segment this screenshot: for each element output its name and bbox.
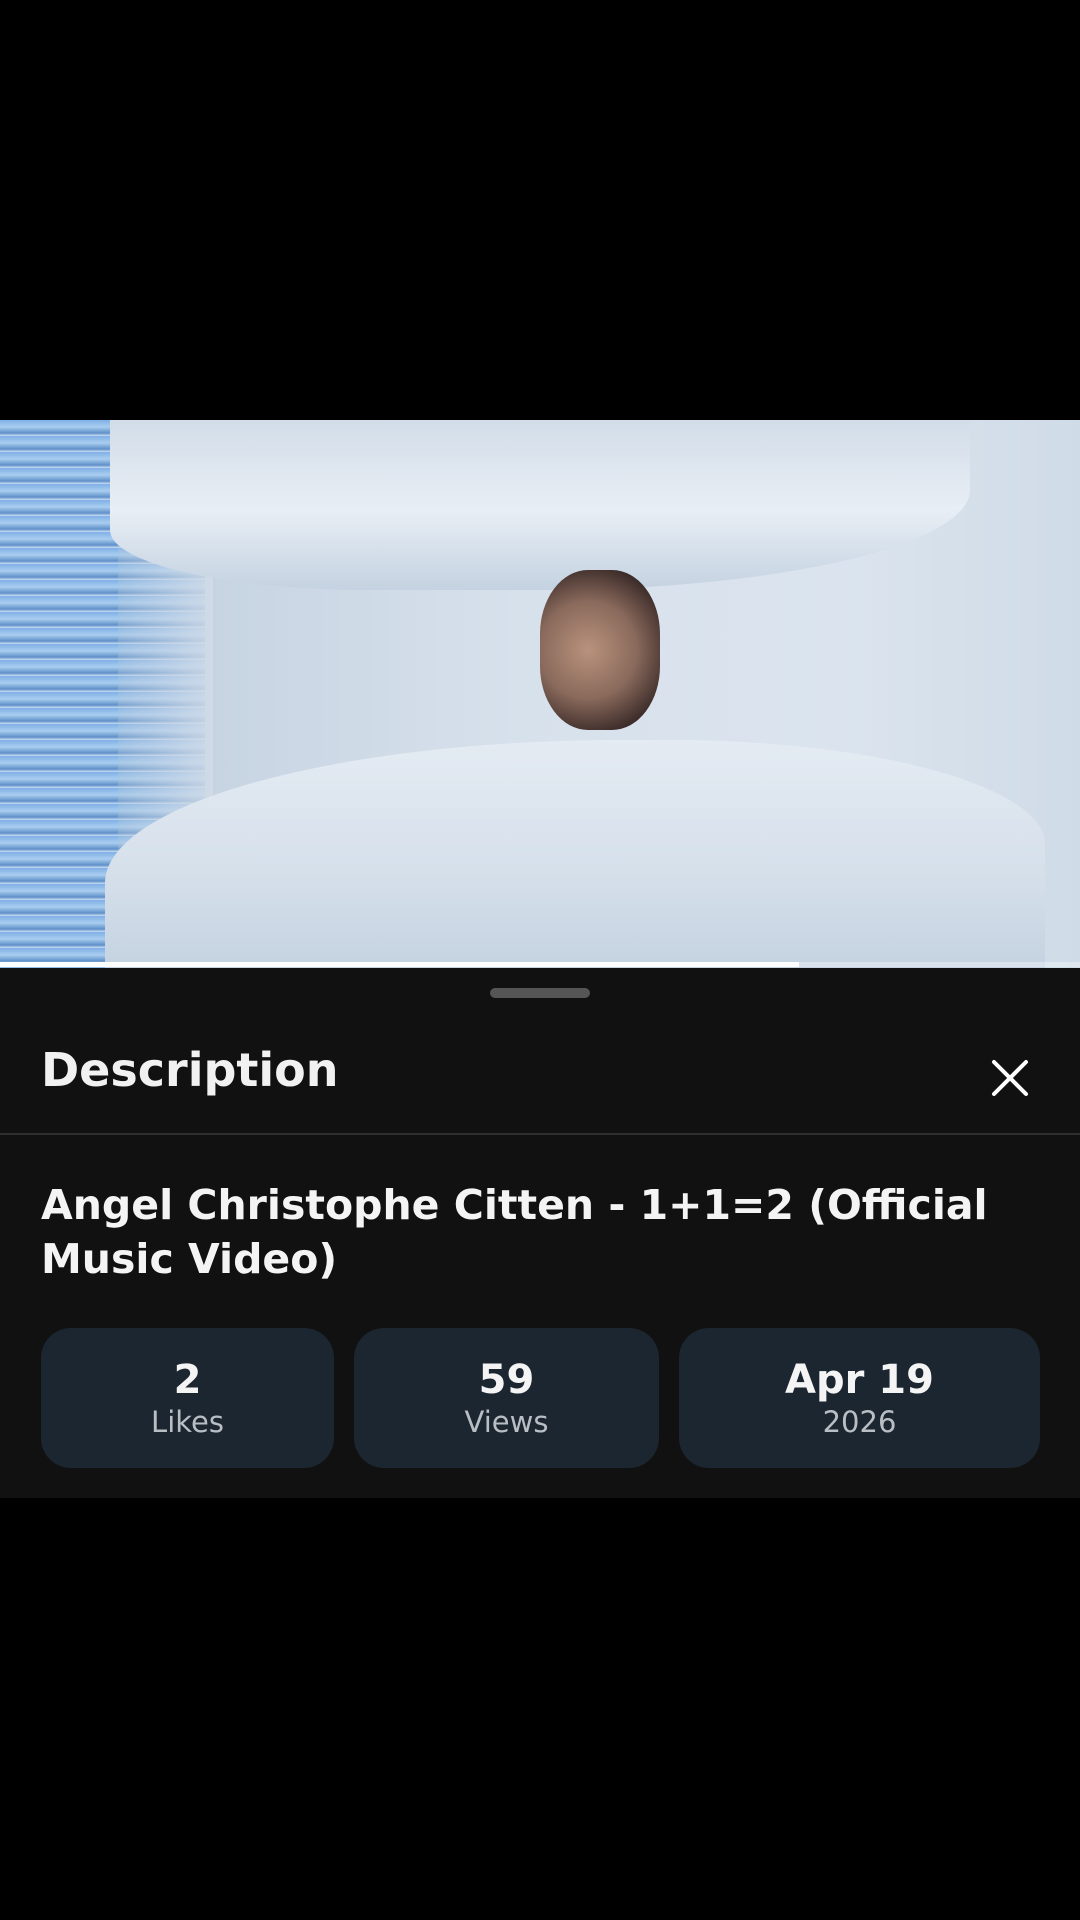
video-player[interactable]	[0, 420, 1080, 968]
sheet-drag-handle[interactable]	[490, 988, 590, 998]
upload-date: Apr 19	[785, 1357, 934, 1403]
video-title: Angel Christophe Citten - 1+1=2 (Officia…	[41, 1181, 988, 1283]
description-sheet: Description Angel Christophe Citten - 1+…	[0, 968, 1080, 1498]
views-label: Views	[464, 1405, 549, 1439]
video-frame-curtain-top	[110, 420, 970, 590]
sheet-divider	[0, 1133, 1080, 1135]
likes-label: Likes	[151, 1405, 224, 1439]
date-stat-card: Apr 19 2026	[679, 1328, 1040, 1468]
likes-count: 2	[173, 1357, 202, 1403]
close-button[interactable]	[980, 1048, 1040, 1108]
close-icon	[992, 1060, 1028, 1096]
top-letterbox	[0, 0, 1080, 420]
video-progress-fill	[0, 962, 800, 967]
stats-row: 2 Likes 59 Views Apr 19 2026	[41, 1328, 1040, 1468]
upload-year: 2026	[822, 1405, 897, 1439]
video-frame-figure	[540, 570, 660, 730]
video-frame-curtain-bottom	[105, 740, 1045, 968]
likes-stat-card: 2 Likes	[41, 1328, 334, 1468]
views-count: 59	[478, 1357, 535, 1403]
sheet-title: Description	[41, 1043, 339, 1097]
screen: Description Angel Christophe Citten - 1+…	[0, 0, 1080, 1920]
views-stat-card: 59 Views	[354, 1328, 659, 1468]
video-progress-bar[interactable]	[0, 962, 1080, 967]
bottom-letterbox	[0, 1498, 1080, 1920]
